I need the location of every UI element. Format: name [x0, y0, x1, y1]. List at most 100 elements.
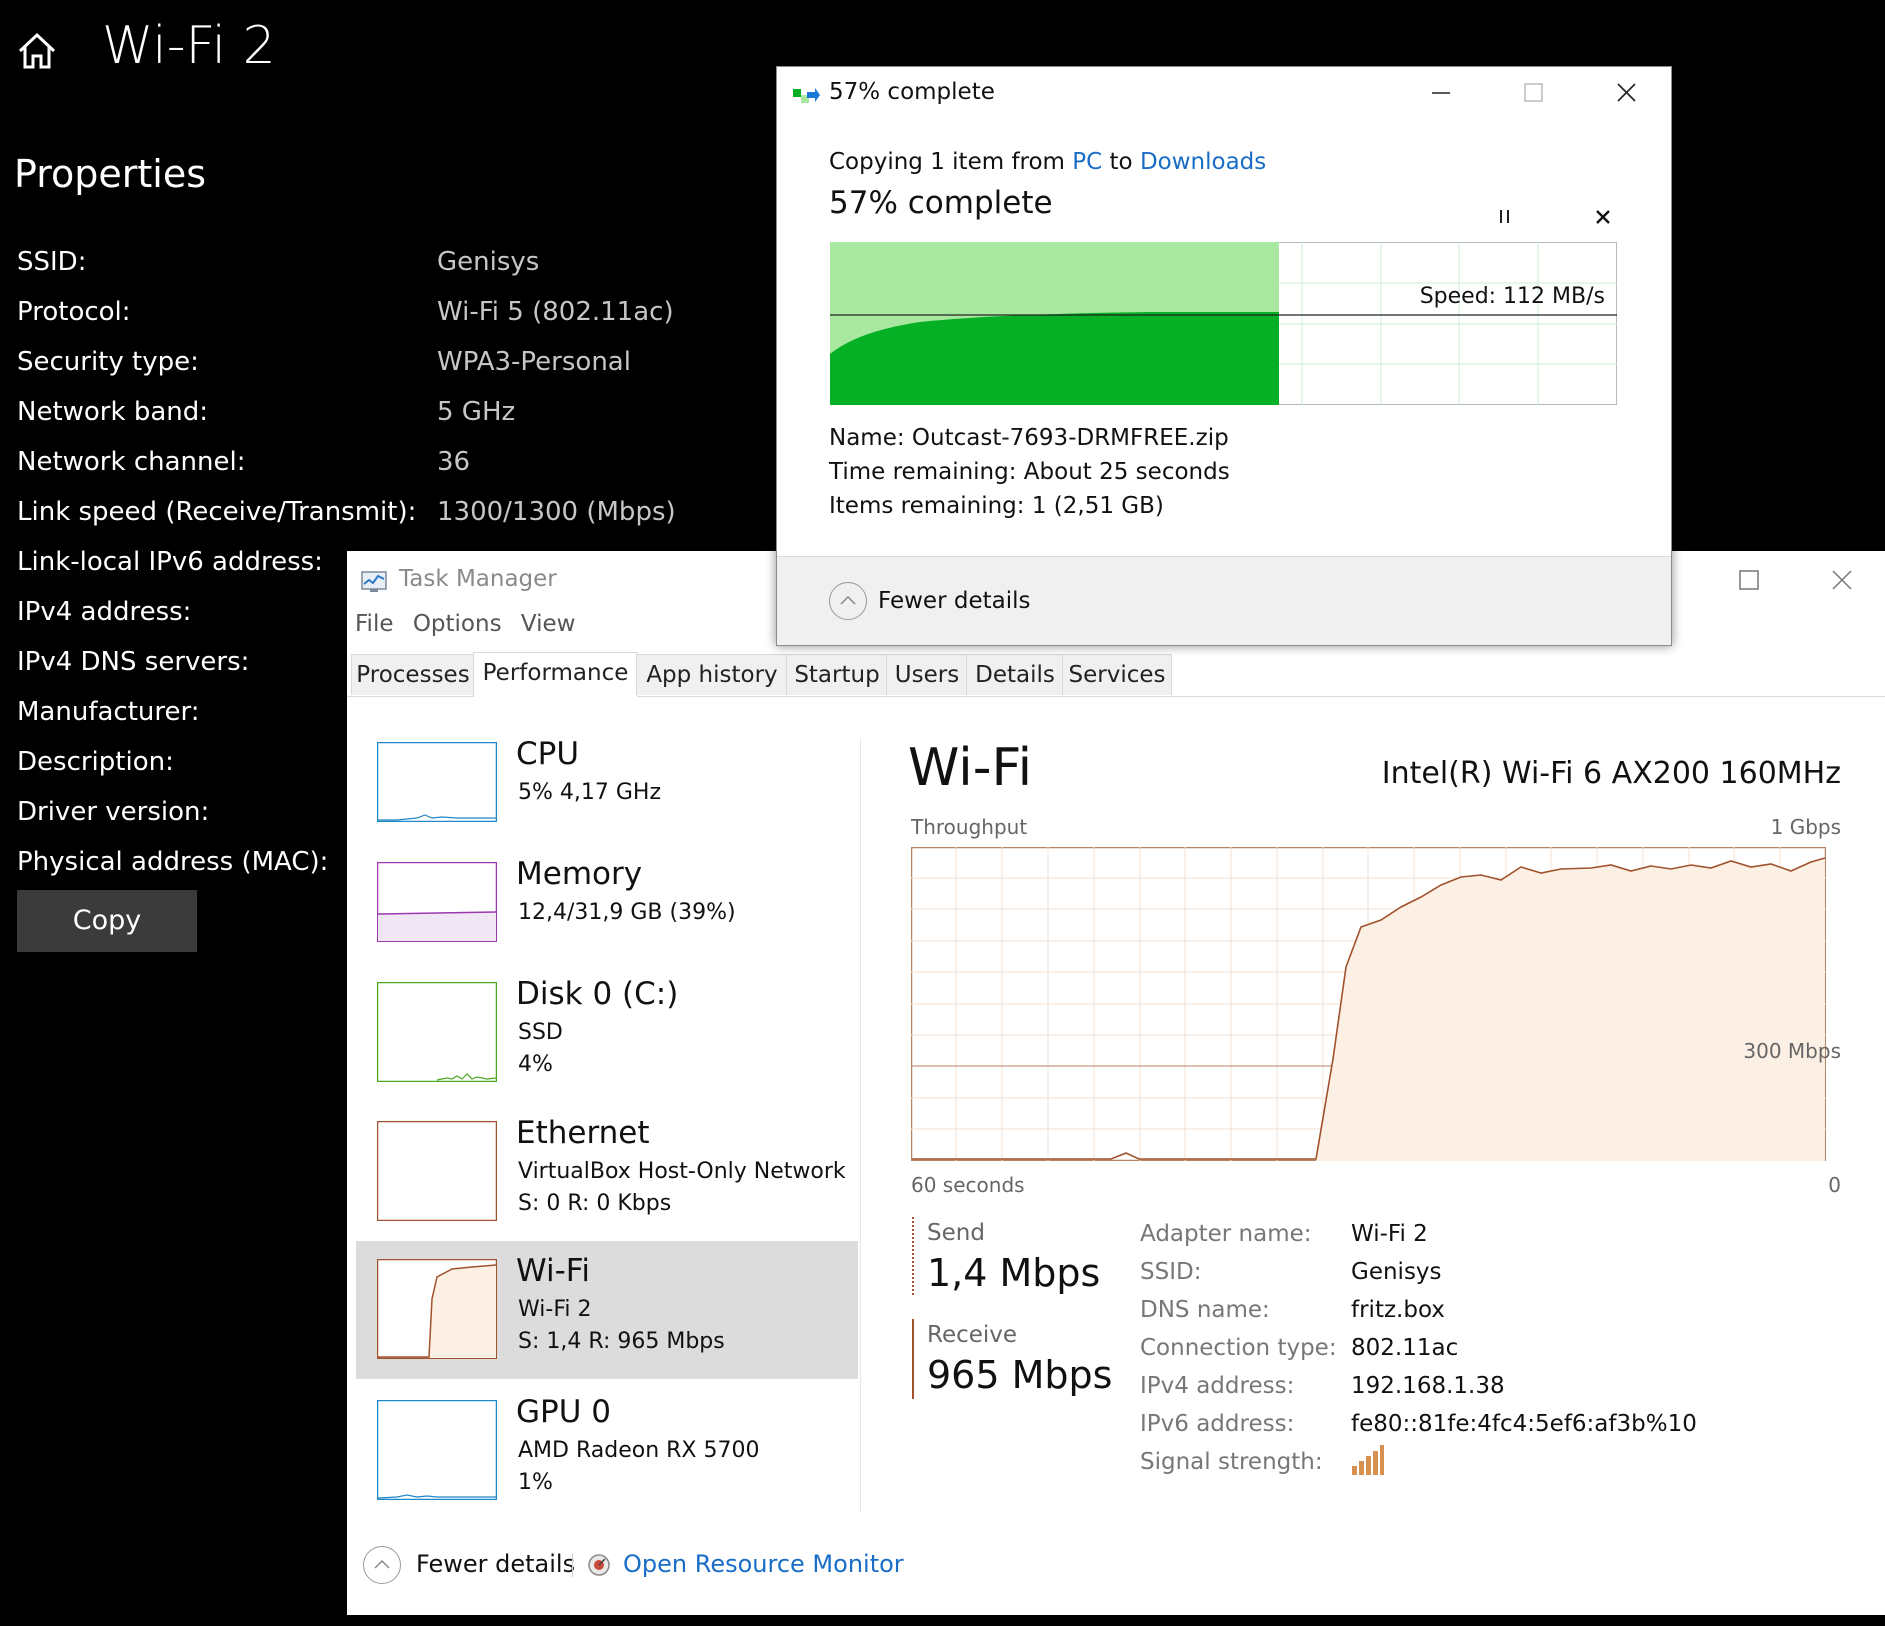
items-remaining-line: Items remaining: 1 (2,51 GB)	[829, 493, 1164, 519]
sidebar-item-detail: 4%	[518, 1052, 553, 1077]
sidebar-item-detail: 5% 4,17 GHz	[518, 780, 662, 805]
properties-heading: Properties	[14, 152, 207, 196]
property-label: Security type:	[17, 347, 199, 377]
dialog-footer-separator	[777, 556, 1671, 557]
home-icon[interactable]	[16, 30, 58, 72]
property-label: Manufacturer:	[17, 697, 200, 727]
task-manager-title: Task Manager	[399, 566, 557, 592]
source-link[interactable]: PC	[1072, 149, 1102, 175]
sidebar-item-disk[interactable]: Disk 0 (C:) SSD 4%	[356, 976, 858, 1120]
close-icon[interactable]	[1799, 551, 1885, 609]
time-value: About 25 seconds	[1023, 459, 1230, 485]
cpu-thumbnail-graph	[377, 742, 497, 822]
sidebar-item-gpu[interactable]: GPU 0 AMD Radeon RX 5700 1%	[356, 1394, 858, 1538]
items-value: 1 (2,51 GB)	[1031, 493, 1164, 519]
throughput-graph	[911, 847, 1826, 1161]
info-value: fritz.box	[1351, 1297, 1445, 1323]
copy-button[interactable]: Copy	[17, 890, 197, 952]
copying-description: Copying 1 item from PC to Downloads	[829, 149, 1266, 175]
menu-bar: File Options View	[355, 611, 587, 649]
info-value: Genisys	[1351, 1259, 1442, 1285]
menu-view[interactable]: View	[521, 611, 576, 637]
tab-processes[interactable]: Processes	[351, 654, 475, 695]
minimize-icon[interactable]	[1405, 67, 1475, 119]
property-value: Genisys	[437, 247, 540, 277]
graph-max-label: 1 Gbps	[1770, 815, 1841, 839]
property-label: Driver version:	[17, 797, 210, 827]
close-icon[interactable]	[1591, 67, 1661, 119]
property-label: Physical address (MAC):	[17, 847, 329, 877]
property-label: Description:	[17, 747, 174, 777]
tab-details[interactable]: Details	[966, 654, 1064, 695]
fewer-details-icon[interactable]	[363, 1546, 401, 1584]
info-label: Signal strength:	[1140, 1449, 1323, 1475]
task-manager-app-icon	[361, 571, 387, 592]
info-label: DNS name:	[1140, 1297, 1270, 1323]
sidebar-item-detail: 1%	[518, 1470, 553, 1495]
send-indicator	[912, 1217, 914, 1295]
property-label: Network band:	[17, 397, 209, 427]
resource-monitor-icon	[588, 1554, 610, 1576]
copying-prefix: Copying 1 item from	[829, 149, 1073, 175]
receive-label: Receive	[927, 1322, 1018, 1348]
cancel-icon[interactable]	[1587, 201, 1619, 233]
copy-progress-icon	[793, 88, 820, 103]
disk-thumbnail-graph	[377, 982, 497, 1082]
copy-speed-graph: Speed: 112 MB/s	[830, 242, 1617, 405]
send-value: 1,4 Mbps	[927, 1251, 1101, 1295]
maximize-icon[interactable]	[1706, 551, 1792, 609]
sidebar-item-wifi[interactable]: Wi-Fi Wi-Fi 2 S: 1,4 R: 965 Mbps	[356, 1241, 858, 1379]
tab-services[interactable]: Services	[1062, 654, 1172, 695]
property-value: 1300/1300 (Mbps)	[437, 497, 676, 527]
sidebar-divider	[860, 739, 861, 1512]
sidebar-item-name: GPU 0	[516, 1394, 611, 1430]
sidebar-item-detail: AMD Radeon RX 5700	[518, 1438, 760, 1463]
property-label: IPv4 address:	[17, 597, 192, 627]
ethernet-thumbnail-graph	[377, 1121, 497, 1221]
task-manager-window: Task Manager File Options View Processes…	[347, 551, 1885, 1615]
info-label: Connection type:	[1140, 1335, 1337, 1361]
property-label: Network channel:	[17, 447, 246, 477]
fewer-details-icon[interactable]	[829, 582, 867, 620]
sidebar-item-detail: VirtualBox Host-Only Network	[518, 1159, 846, 1184]
fewer-details-link[interactable]: Fewer details	[878, 583, 1030, 619]
detail-title: Wi-Fi	[908, 738, 1033, 798]
tab-performance[interactable]: Performance	[473, 652, 638, 697]
adapter-description: Intel(R) Wi-Fi 6 AX200 160MHz	[1381, 756, 1841, 791]
graph-zero-label: 0	[1828, 1173, 1841, 1197]
info-label: Adapter name:	[1140, 1221, 1312, 1247]
maximize-icon[interactable]	[1498, 67, 1568, 119]
pause-icon[interactable]	[1487, 199, 1521, 233]
property-value: 36	[437, 447, 471, 477]
time-label: Time remaining:	[829, 459, 1017, 485]
info-value: 192.168.1.38	[1351, 1373, 1505, 1399]
property-value: WPA3-Personal	[437, 347, 631, 377]
tab-app-history[interactable]: App history	[636, 654, 788, 695]
menu-options[interactable]: Options	[413, 611, 502, 637]
sidebar-item-name: Ethernet	[516, 1115, 650, 1151]
fewer-details-link[interactable]: Fewer details	[416, 1544, 575, 1584]
property-label: SSID:	[17, 247, 87, 277]
send-label: Send	[927, 1220, 985, 1246]
copy-progress-dialog: 57% complete Copying 1 item from PC to D…	[776, 66, 1672, 646]
percent-complete: 57% complete	[829, 185, 1053, 221]
open-resource-monitor-link[interactable]: Open Resource Monitor	[623, 1544, 904, 1584]
sidebar-item-detail: 12,4/31,9 GB (39%)	[518, 900, 736, 925]
sidebar-item-ethernet[interactable]: Ethernet VirtualBox Host-Only Network S:…	[356, 1115, 858, 1259]
property-label: IPv4 DNS servers:	[17, 647, 250, 677]
name-label: Name:	[829, 425, 905, 451]
page-title: Wi-Fi 2	[102, 16, 276, 76]
destination-link[interactable]: Downloads	[1140, 149, 1266, 175]
info-value: 802.11ac	[1351, 1335, 1459, 1361]
tab-users[interactable]: Users	[886, 654, 968, 695]
menu-file[interactable]: File	[355, 611, 394, 637]
sidebar-item-detail: SSD	[518, 1020, 563, 1045]
receive-value: 965 Mbps	[927, 1353, 1113, 1397]
name-value: Outcast-7693-DRMFREE.zip	[911, 425, 1229, 451]
wifi-thumbnail-graph	[377, 1259, 497, 1359]
sidebar-item-name: Disk 0 (C:)	[516, 976, 679, 1012]
info-value: fe80::81fe:4fc4:5ef6:af3b%10	[1351, 1411, 1697, 1437]
tab-startup[interactable]: Startup	[786, 654, 888, 695]
info-label: IPv4 address:	[1140, 1373, 1295, 1399]
copying-to-word: to	[1102, 149, 1140, 175]
